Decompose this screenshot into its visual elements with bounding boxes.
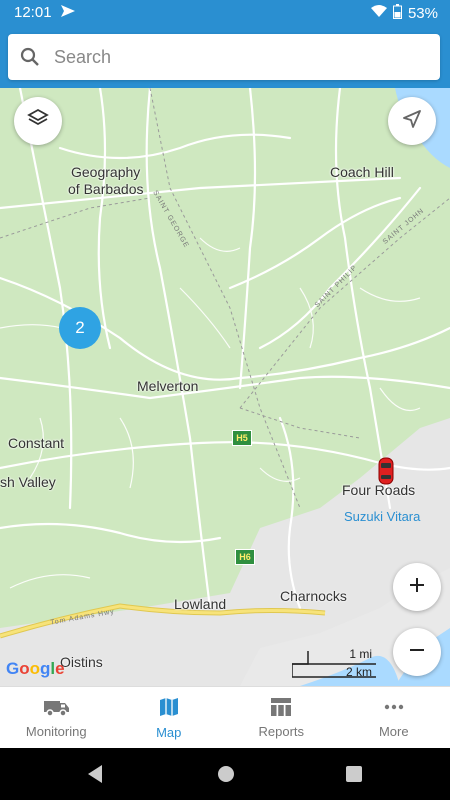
wifi-icon: [370, 5, 387, 22]
status-indicators: 53%: [370, 4, 438, 23]
van-icon: [42, 697, 70, 720]
place-label-charnocks: Charnocks: [280, 588, 347, 604]
nav-item-reports[interactable]: Reports: [225, 687, 338, 749]
scale-miles: 1 mi: [349, 647, 372, 661]
search-icon: [8, 47, 52, 67]
place-label-lowland: Lowland: [174, 596, 227, 612]
android-navigation-bar: [0, 748, 450, 800]
search-box[interactable]: [8, 34, 440, 80]
navigation-arrow-icon: [402, 109, 422, 134]
highway-shield-h5: H5: [232, 430, 252, 446]
nav-item-more[interactable]: More: [338, 687, 450, 749]
nav-label-monitoring: Monitoring: [25, 724, 87, 739]
more-dots-icon: [383, 697, 405, 720]
table-icon: [270, 697, 292, 720]
status-time: 12:01: [14, 4, 52, 21]
place-label-geography: Geography: [71, 164, 141, 180]
home-button[interactable]: [216, 764, 236, 789]
zoom-in-button[interactable]: [393, 563, 441, 611]
nav-label-reports: Reports: [258, 724, 305, 739]
search-bar-container: [0, 26, 450, 88]
google-logo: Google: [6, 658, 68, 683]
map-scale: 1 mi 2 km: [292, 647, 376, 680]
place-label-constant: Constant: [8, 435, 65, 451]
nav-item-monitoring[interactable]: Monitoring: [0, 687, 113, 749]
bottom-navigation: Monitoring Map Reports More: [0, 686, 450, 749]
nav-label-map: Map: [156, 725, 182, 740]
place-label-melverton: Melverton: [137, 378, 199, 394]
battery-icon: [392, 4, 402, 23]
highway-shield-h6: H6: [235, 549, 255, 565]
vehicle-marker[interactable]: [376, 456, 396, 491]
minus-icon: [408, 641, 426, 664]
scale-km: 2 km: [345, 665, 372, 679]
layers-icon: [27, 108, 49, 135]
map-view[interactable]: Geography of Barbados Coach Hill Melvert…: [0, 88, 450, 686]
car-icon: [376, 457, 396, 490]
place-label-sh-valley: sh Valley: [0, 474, 56, 490]
plus-icon: [408, 576, 426, 599]
layers-button[interactable]: [14, 97, 62, 145]
status-bar: 12:01 53%: [0, 0, 450, 26]
back-button[interactable]: [86, 764, 104, 789]
place-label-barbados: of Barbados: [68, 181, 144, 197]
svg-text:Google: Google: [6, 659, 65, 678]
my-location-button[interactable]: [388, 97, 436, 145]
map-icon: [158, 696, 180, 721]
vehicle-name-label[interactable]: Suzuki Vitara: [344, 509, 420, 524]
nav-item-map[interactable]: Map: [113, 687, 226, 749]
vehicle-cluster-marker[interactable]: 2: [59, 307, 101, 349]
recents-button[interactable]: [346, 766, 362, 787]
nav-label-more: More: [378, 724, 409, 739]
battery-percent: 53%: [407, 5, 438, 22]
send-icon: [60, 4, 76, 21]
zoom-out-button[interactable]: [393, 628, 441, 676]
search-input[interactable]: [52, 45, 416, 69]
place-label-coach-hill: Coach Hill: [330, 164, 394, 180]
